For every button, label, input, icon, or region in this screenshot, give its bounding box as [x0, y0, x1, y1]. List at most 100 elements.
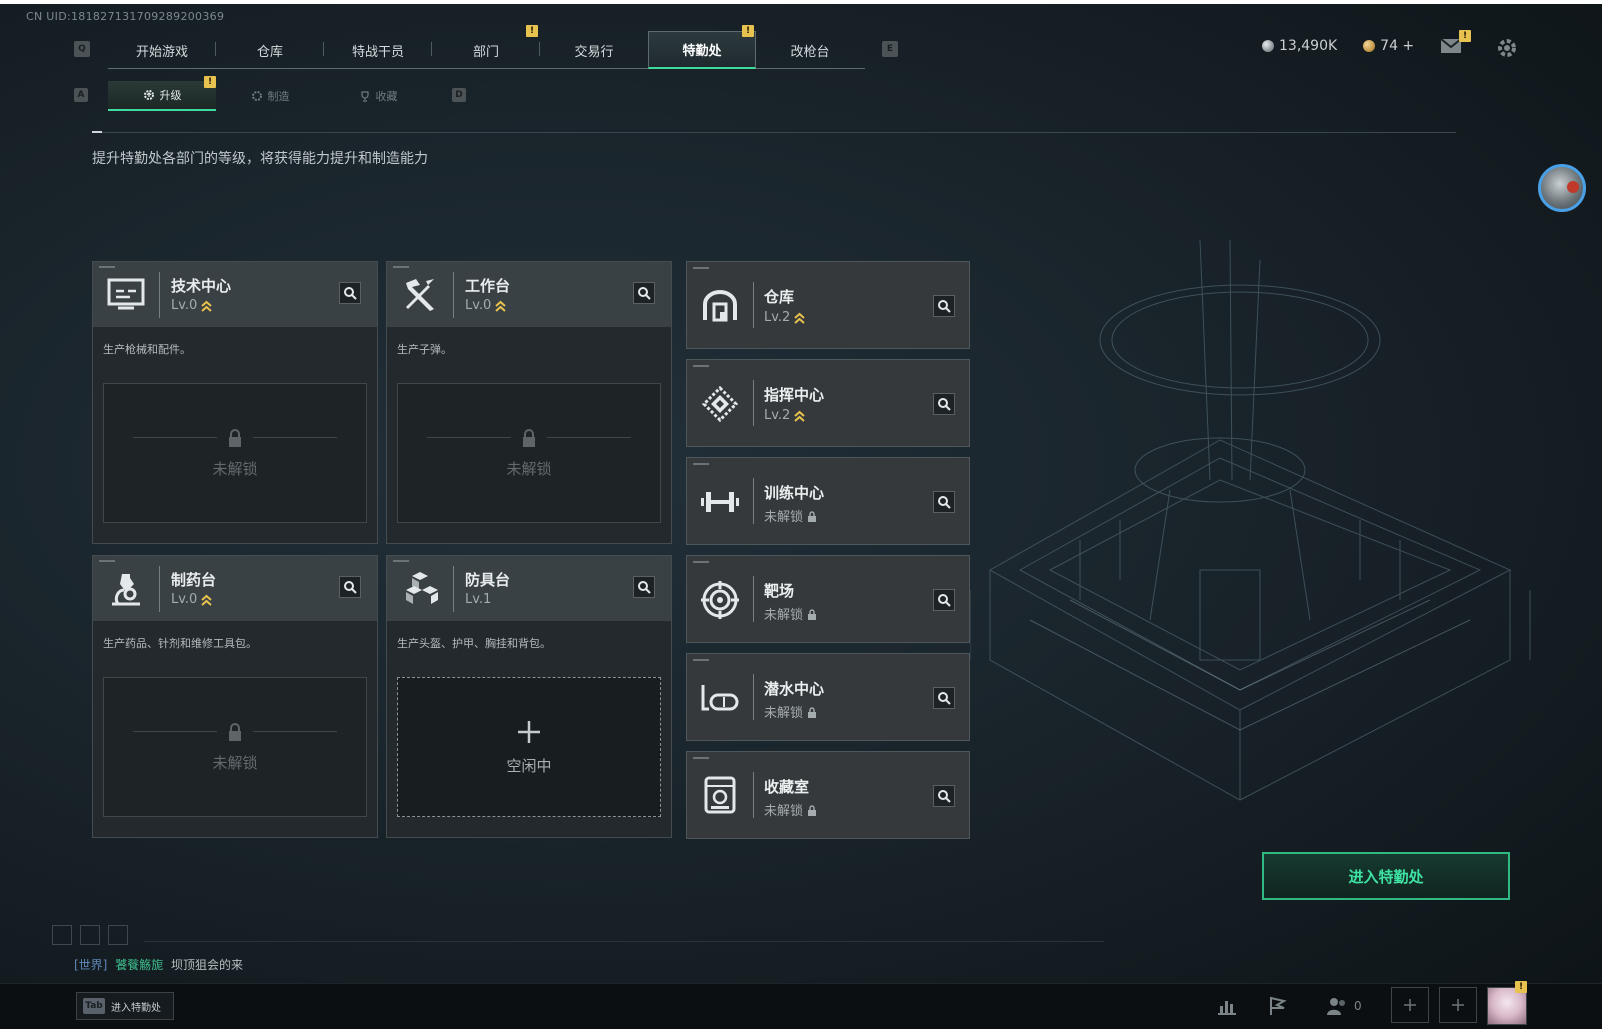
search-icon[interactable] [633, 282, 655, 304]
search-icon[interactable] [933, 295, 955, 317]
subtab-collection[interactable]: 收藏 [324, 81, 432, 111]
alert-badge: ! [204, 76, 216, 88]
chat-line[interactable]: [世界] 饕餮觞旎 坝顶狙会的来 [74, 956, 243, 973]
tab-label: 特战干员 [351, 44, 404, 60]
upgrade-gear-icon [143, 90, 154, 100]
currency-bar: 13,490K 74 + [1262, 38, 1414, 54]
search-icon[interactable] [933, 393, 955, 415]
hud-line [144, 941, 1104, 942]
search-icon[interactable] [933, 491, 955, 513]
facility-level: 未解锁 [764, 604, 817, 623]
facility-name: 制药台 [171, 571, 217, 589]
search-icon[interactable] [933, 687, 955, 709]
search-icon[interactable] [339, 576, 361, 598]
facility-card-workbench[interactable]: 工作台 Lv.0 生产子弹。 未解锁 [386, 261, 672, 544]
tab-department[interactable]: 部门 ! [432, 25, 540, 69]
add-slot-button[interactable] [1439, 987, 1477, 1023]
nav-key-left[interactable]: Q [74, 41, 90, 57]
search-icon[interactable] [933, 589, 955, 611]
main-nav: 开始游戏 仓库 特战干员 部门 ! 交易行 特勤处 ! 改枪台 [108, 25, 865, 69]
facility-description: 生产头盔、护甲、胸挂和背包。 [397, 637, 551, 650]
facility-name: 靶场 [764, 582, 795, 600]
subnav-key-right[interactable]: D [452, 88, 466, 102]
facility-name: 指挥中心 [764, 386, 825, 404]
facility-row-diving-center[interactable]: 潜水中心 未解锁 [686, 653, 970, 741]
trophy-icon [360, 91, 369, 102]
lock-icon [229, 722, 241, 741]
lock-icon [229, 428, 241, 447]
tab-trade[interactable]: 交易行 [540, 31, 648, 69]
enter-special-ops-button[interactable]: 进入特勤处 [1262, 852, 1510, 900]
player-uid: CN UID:181827131709289200369 [26, 10, 225, 23]
facility-row-command-center[interactable]: 指挥中心 Lv.2 [686, 359, 970, 447]
search-icon[interactable] [633, 576, 655, 598]
header-separator [753, 674, 754, 720]
subtab-craft[interactable]: 制造 [216, 81, 324, 111]
upgrade-arrow-icon [794, 410, 806, 422]
search-icon[interactable] [933, 785, 955, 807]
card-header: 制药台 Lv.0 [93, 556, 377, 621]
production-slot-idle[interactable]: 空闲中 [397, 677, 661, 817]
alert-badge: ! [1459, 30, 1471, 42]
facility-description: 生产子弹。 [397, 343, 452, 356]
upgrade-arrow-icon [495, 300, 507, 312]
level-text: 未解锁 [764, 804, 804, 819]
friends-button[interactable]: 0 [1326, 991, 1362, 1021]
stats-chart-icon[interactable] [1216, 991, 1238, 1021]
facility-card-tech-center[interactable]: 技术中心 Lv.0 生产枪械和配件。 未解锁 [92, 261, 378, 544]
facility-name: 技术中心 [171, 277, 232, 295]
facility-level: Lv.0 [171, 298, 231, 313]
flag-icon[interactable] [1268, 991, 1288, 1021]
subnav-key-left[interactable]: A [74, 88, 88, 102]
dumbbell-icon [687, 458, 753, 546]
tab-warehouse[interactable]: 仓库 [216, 31, 324, 69]
facility-name: 工作台 [465, 277, 511, 295]
tab-operators[interactable]: 特战干员 [324, 31, 432, 69]
tools-icon [387, 262, 453, 327]
player-avatar[interactable] [1538, 164, 1586, 212]
chat-message: 坝顶狙会的来 [171, 958, 244, 972]
facility-row-warehouse[interactable]: 仓库 Lv.2 [686, 261, 970, 349]
tab-gunsmith[interactable]: 改枪台 [756, 31, 864, 69]
diving-mask-icon [687, 654, 753, 742]
upgrade-arrow-icon [201, 300, 213, 312]
facility-card-pharmacy[interactable]: 制药台 Lv.0 生产药品、针剂和维修工具包。 未解锁 [92, 555, 378, 838]
chat-user[interactable]: 饕餮觞旎 [115, 958, 163, 972]
base-wireframe-illustration [970, 240, 1531, 801]
facility-card-armor-bench[interactable]: 防具台 Lv.1 生产头盔、护甲、胸挂和背包。 空闲中 [386, 555, 672, 838]
lock-icon [808, 608, 817, 620]
card-corner-mark [393, 560, 409, 562]
add-slot-button[interactable] [1391, 987, 1429, 1023]
facility-level: 未解锁 [764, 702, 817, 721]
lock-icon [523, 428, 535, 447]
upgrade-arrow-icon [201, 594, 213, 606]
lock-icon [808, 804, 817, 816]
facility-row-collection-room[interactable]: 收藏室 未解锁 [686, 751, 970, 839]
level-text: Lv.2 [764, 408, 791, 423]
silver-coin-icon [1262, 40, 1274, 52]
display-case-icon [687, 752, 753, 840]
nav-key-right[interactable]: E [882, 41, 898, 57]
alert-badge: ! [1515, 981, 1527, 993]
gold-amount[interactable]: 74 + [1380, 38, 1414, 54]
production-slot-locked: 未解锁 [397, 383, 661, 523]
tab-hint-label: 进入特勤处 [111, 1002, 161, 1014]
plus-icon [518, 720, 540, 743]
gear-icon[interactable] [1496, 37, 1518, 63]
tab-hint-button[interactable]: Tab 进入特勤处 [76, 992, 174, 1020]
facility-row-training-center[interactable]: 训练中心 未解锁 [686, 457, 970, 545]
tab-label: 改枪台 [790, 44, 830, 60]
card-header: 技术中心 Lv.0 [93, 262, 377, 327]
gold-coin-icon [1363, 40, 1376, 52]
facility-name: 仓库 [764, 288, 795, 306]
subtab-label: 制造 [267, 90, 290, 103]
tab-special-ops[interactable]: 特勤处 ! [648, 25, 756, 69]
facility-row-shooting-range[interactable]: 靶场 未解锁 [686, 555, 970, 643]
subtab-upgrade[interactable]: 升级 ! [108, 76, 216, 111]
search-icon[interactable] [339, 282, 361, 304]
slot-status: 未解锁 [212, 459, 258, 478]
slot-status: 未解锁 [506, 459, 552, 478]
lock-icon [808, 706, 817, 718]
tab-start-game[interactable]: 开始游戏 [108, 31, 216, 69]
computer-icon [93, 262, 159, 327]
